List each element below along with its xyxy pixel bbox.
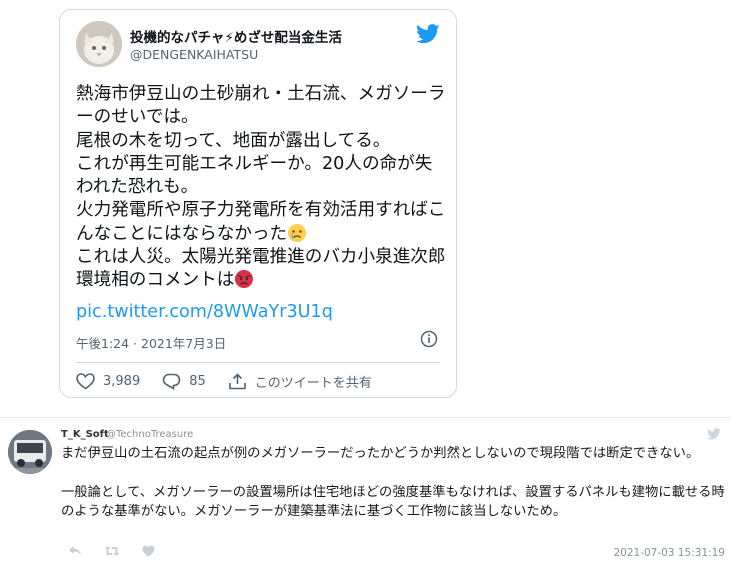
- tweet-handle[interactable]: @DENGENKAIHATSU: [130, 47, 258, 62]
- tweet-actions: 3,989 85 このツイートを共有: [76, 371, 394, 391]
- comment-avatar[interactable]: [8, 430, 52, 474]
- reply-icon[interactable]: [68, 545, 82, 557]
- reply-count: 85: [189, 373, 206, 389]
- comment-text: まだ伊豆山の土石流の起点が例のメガソーラーだったかどうか判然としないので現段階で…: [61, 446, 725, 519]
- tweet-line: 熱海市伊豆山の土砂崩れ・土石流、メガソーラーのせいでは。: [76, 84, 446, 128]
- angry-emoji-icon: [235, 270, 254, 289]
- comment-user-name[interactable]: T_K_Soft: [61, 429, 109, 440]
- share-icon: [228, 372, 246, 389]
- heart-icon: [76, 372, 95, 389]
- like-icon[interactable]: [142, 545, 155, 557]
- tweet-divider: [76, 362, 440, 363]
- comment-user-handle[interactable]: @TechnoTreasure: [106, 429, 193, 440]
- twitter-bird-icon[interactable]: [416, 24, 440, 44]
- tweet-author-avatar[interactable]: [76, 21, 122, 67]
- retweet-icon[interactable]: [104, 545, 120, 557]
- tweet-line: これが再生可能エネルギーか。20人の命が失われた恐れも。: [76, 153, 433, 198]
- tweet-body: 熱海市伊豆山の土砂崩れ・土石流、メガソーラーのせいでは。 尾根の木を切って、地面…: [76, 83, 446, 293]
- info-icon[interactable]: [420, 330, 438, 348]
- share-button[interactable]: このツイートを共有: [228, 372, 372, 391]
- tweet-line: これは人災。太陽光発電推進のバカ小泉進次郎環境相のコメントは: [76, 247, 446, 291]
- tweet-timestamp[interactable]: 午後1:24 · 2021年7月3日: [76, 333, 226, 352]
- comment-actions: [68, 545, 177, 557]
- share-label: このツイートを共有: [254, 375, 372, 391]
- twitter-bird-icon[interactable]: [707, 428, 721, 440]
- tweet-line: 火力発電所や原子力発電所を有効活用すればこんなことにはならなかった: [76, 200, 446, 244]
- reply-bubble-icon: [162, 373, 181, 390]
- tweet-media-link[interactable]: pic.twitter.com/8WWaYr3U1q: [76, 302, 333, 322]
- crying-emoji-icon: [288, 223, 307, 242]
- like-button[interactable]: 3,989: [76, 372, 141, 390]
- reply-button[interactable]: 85: [162, 373, 206, 390]
- comment-datetime: 2021-07-03 15:31:19: [613, 547, 725, 559]
- like-count: 3,989: [103, 373, 141, 389]
- tweet-line: 尾根の木を切って、地面が露出してる。: [76, 130, 391, 151]
- embedded-tweet-card[interactable]: 投機的なパチャ⚡めざせ配当金生活 @DENGENKAIHATSU 熱海市伊豆山の…: [59, 9, 457, 398]
- comment-separator: [0, 417, 731, 418]
- tweet-display-name[interactable]: 投機的なパチャ⚡めざせ配当金生活: [130, 26, 342, 46]
